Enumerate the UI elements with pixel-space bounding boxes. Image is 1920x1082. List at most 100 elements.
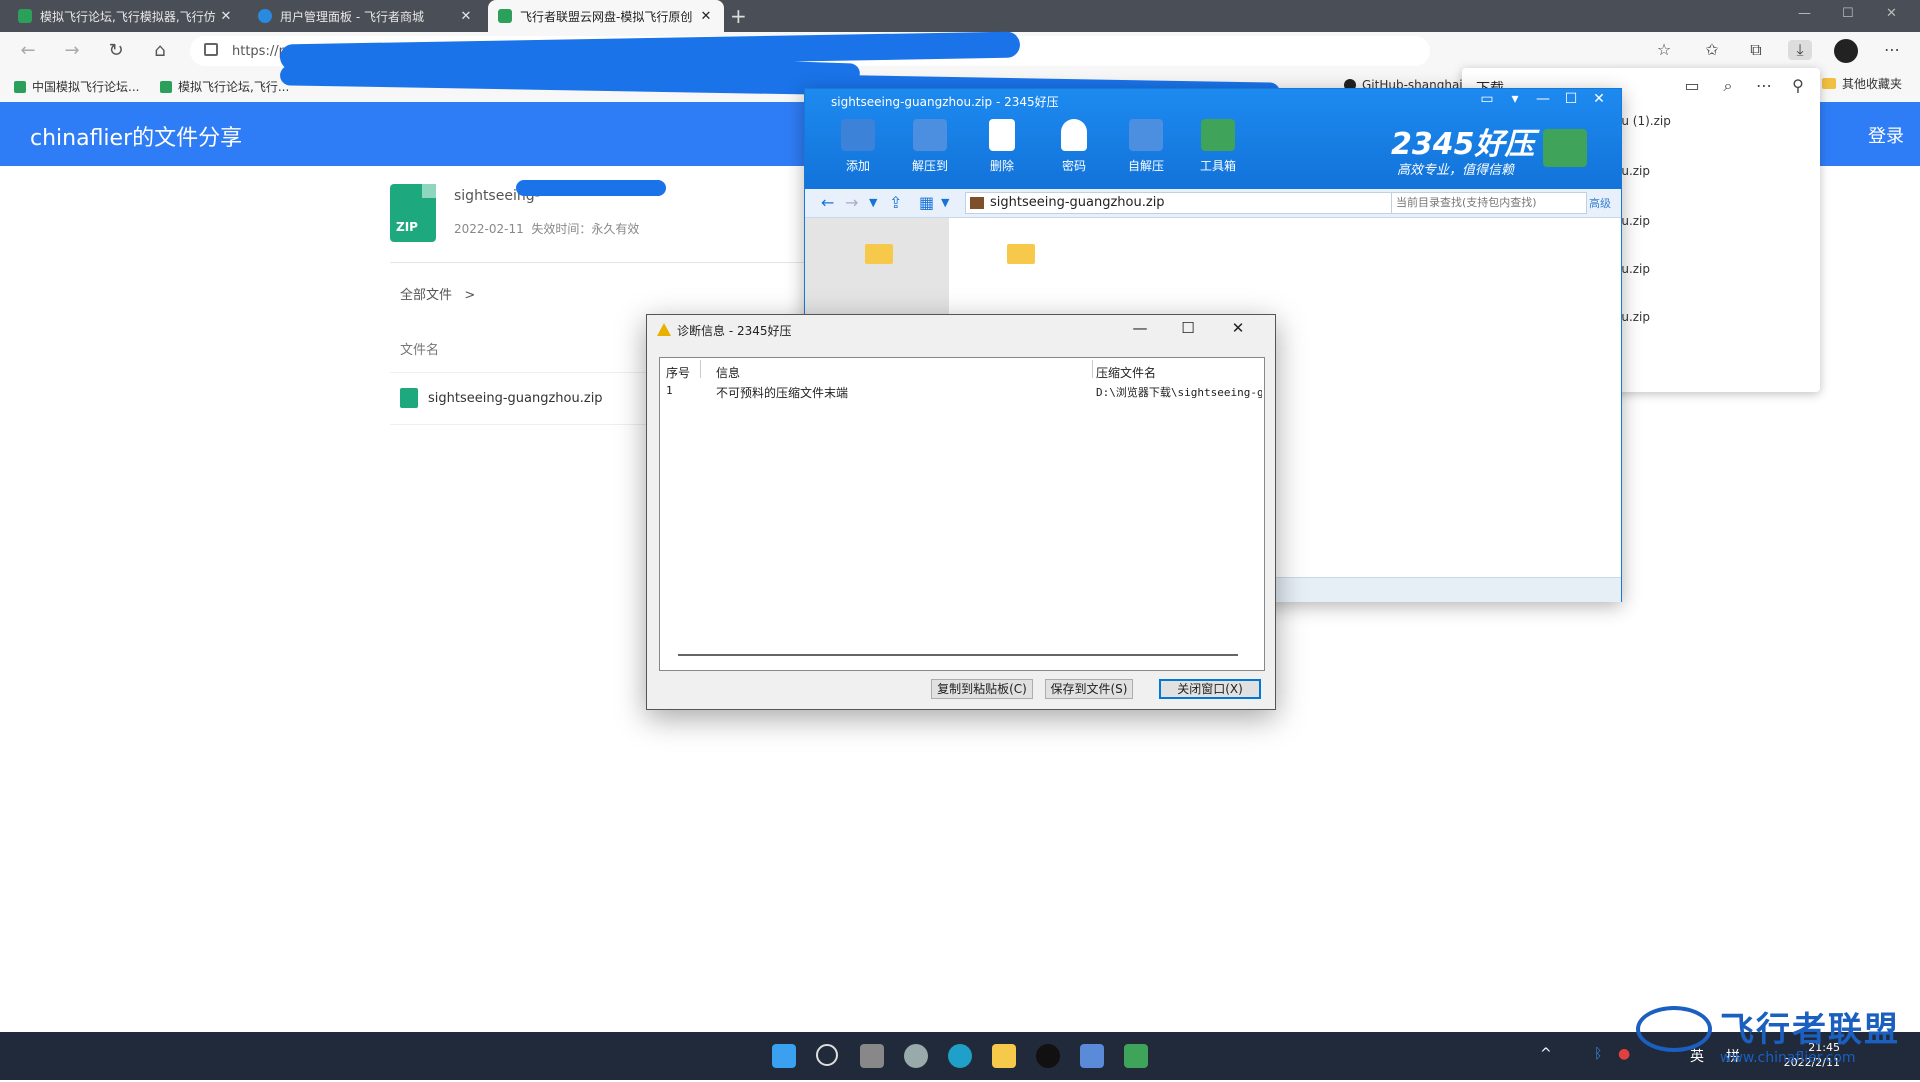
back-icon[interactable]: ← [16,40,40,61]
zip-file-icon: ZIP [390,184,436,242]
horizontal-scrollbar[interactable] [678,654,1238,656]
toolbar-label: 解压到 [911,159,948,173]
more-icon[interactable]: ⋯ [1880,40,1904,59]
up-folder-icon[interactable]: ⇪ [889,193,902,212]
refresh-icon[interactable]: ↻ [104,40,128,61]
back-icon[interactable]: ← [821,193,834,212]
archiver-navbar: ← → ▼ ⇪ ▦ ▼ sightseeing-guangzhou.zip 当前… [805,189,1621,218]
file-meta: 2022-02-11 失效时间：永久有效 [454,220,639,237]
maximize-icon[interactable]: ☐ [1559,91,1583,107]
close-icon[interactable]: ✕ [698,9,714,24]
path-input[interactable]: sightseeing-guangzhou.zip [965,192,1395,214]
toolbar-label: 密码 [1061,159,1086,173]
downloads-icon[interactable]: ⤓ [1788,40,1812,60]
toolbar-label: 添加 [845,159,870,173]
redaction-mark [516,180,666,196]
close-window-button[interactable]: 关闭窗口(X) [1159,679,1261,699]
favorites-icon[interactable]: ✩ [1700,40,1724,59]
dropdown-icon[interactable]: ▼ [941,196,949,209]
toolbar-delete-button[interactable]: 删除 [973,119,1031,174]
pin-icon[interactable]: ⚲ [1786,76,1810,95]
file-expiry: 失效时间：永久有效 [531,222,640,236]
search-input[interactable]: 当前目录查找(支持包内查找) [1391,192,1587,214]
tab-favicon-icon [258,9,272,23]
advanced-search-link[interactable]: 高级 [1589,195,1611,211]
bookmark-label: 中国模拟飞行论坛... [32,80,140,94]
toolbar-label: 自解压 [1127,159,1164,173]
open-folder-icon[interactable]: ▭ [1680,76,1704,95]
watermark-name: 飞行者联盟 [1720,1010,1900,1050]
download-item[interactable]: ou (1).zip [1614,114,1671,128]
diagnostic-list[interactable]: 序号 信息 压缩文件名 1 不可预料的压缩文件末端 D:\浏览器下载\sight… [659,357,1265,671]
column-header-filename: 文件名 [400,343,440,358]
breadcrumb[interactable]: 全部文件 > [400,284,475,303]
minimize-icon[interactable]: — [1531,91,1555,107]
bookmark-item[interactable]: 中国模拟飞行论坛... [14,78,139,95]
toolbar-sfx-button[interactable]: 自解压 [1117,119,1175,174]
menu-icon[interactable]: ▾ [1503,91,1527,107]
tab-user-panel[interactable]: 用户管理面板 - 飞行者商城 ✕ [248,0,484,32]
add-favorite-icon[interactable]: ☆ [1652,40,1676,59]
column-header-index[interactable]: 序号 [666,364,690,381]
toolbar-extract-button[interactable]: 解压到 [901,119,959,174]
search-icon[interactable]: ⌕ [1716,76,1740,96]
tab-cloud-drive[interactable]: 飞行者联盟云网盘-模拟飞行原创 ✕ [488,0,724,32]
edge-icon[interactable] [948,1044,972,1068]
close-window-icon[interactable]: ✕ [1886,6,1897,21]
save-to-file-button[interactable]: 保存到文件(S) [1045,679,1133,699]
brand-slogan: 高效专业，值得信赖 [1397,163,1515,178]
bookmark-item[interactable]: 模拟飞行论坛,飞行... [160,78,289,95]
other-favorites[interactable]: 其他收藏夹 [1822,75,1902,92]
toolbar-toolbox-button[interactable]: 工具箱 [1189,119,1247,174]
qq-icon[interactable] [1036,1044,1060,1068]
new-tab-button[interactable]: + [730,4,747,28]
close-icon[interactable]: ✕ [218,9,234,24]
copy-clipboard-button[interactable]: 复制到粘贴板(C) [931,679,1033,699]
toolbox-icon [1201,119,1235,151]
breadcrumb-root[interactable]: 全部文件 [400,288,452,303]
search-icon[interactable] [816,1044,838,1066]
toolbar-add-button[interactable]: 添加 [829,119,887,174]
column-header-message[interactable]: 信息 [716,364,740,381]
extract-icon [913,119,947,151]
url-text: https://p [232,43,287,59]
toolbar-password-button[interactable]: 密码 [1045,119,1103,174]
store-icon[interactable] [1080,1044,1104,1068]
feedback-icon[interactable]: ▭ [1475,91,1499,107]
maximize-icon[interactable]: ☐ [1173,319,1203,337]
forward-icon[interactable]: → [845,193,858,212]
folder-icon[interactable] [1007,244,1035,264]
file-explorer-icon[interactable] [992,1044,1016,1068]
archive-box-icon [1543,129,1587,167]
bluetooth-icon[interactable]: ᛒ [1594,1046,1602,1062]
dropdown-icon[interactable]: ▼ [869,196,877,209]
collections-icon[interactable]: ⧉ [1744,40,1768,60]
file-list-row[interactable]: sightseeing-guangzhou.zip [400,388,603,408]
recycle-icon [989,119,1015,151]
add-archive-icon [841,119,875,151]
maximize-icon[interactable]: ☐ [1842,6,1854,21]
toolbar-label: 工具箱 [1199,159,1236,173]
close-icon[interactable]: ✕ [1587,91,1611,107]
minimize-icon[interactable]: — [1125,319,1155,337]
tab-flight-forum[interactable]: 模拟飞行论坛,飞行模拟器,飞行仿 ✕ [8,0,244,32]
minimize-icon[interactable]: — [1798,6,1811,21]
settings-icon[interactable] [904,1044,928,1068]
close-icon[interactable]: ✕ [458,9,474,24]
diagnostic-dialog: 诊断信息 - 2345好压 — ☐ ✕ 序号 信息 压缩文件名 1 不可预料的压… [646,314,1276,710]
task-view-icon[interactable] [860,1044,884,1068]
column-header-archive[interactable]: 压缩文件名 [1096,364,1156,381]
forward-icon[interactable]: → [60,40,84,61]
view-grid-icon[interactable]: ▦ [919,193,934,212]
haozip-icon[interactable] [1124,1044,1148,1068]
profile-avatar[interactable] [1834,39,1858,63]
tray-chevron-icon[interactable]: ^ [1540,1046,1552,1062]
file-row-name[interactable]: sightseeing-guangzhou.zip [428,391,603,406]
more-icon[interactable]: ⋯ [1752,76,1776,95]
close-icon[interactable]: ✕ [1223,319,1253,337]
home-icon[interactable]: ⌂ [148,40,172,61]
folder-icon[interactable] [865,244,893,264]
login-link[interactable]: 登录 [1868,122,1904,148]
dialog-titlebar: 诊断信息 - 2345好压 — ☐ ✕ [647,315,1275,345]
start-icon[interactable] [772,1044,796,1068]
